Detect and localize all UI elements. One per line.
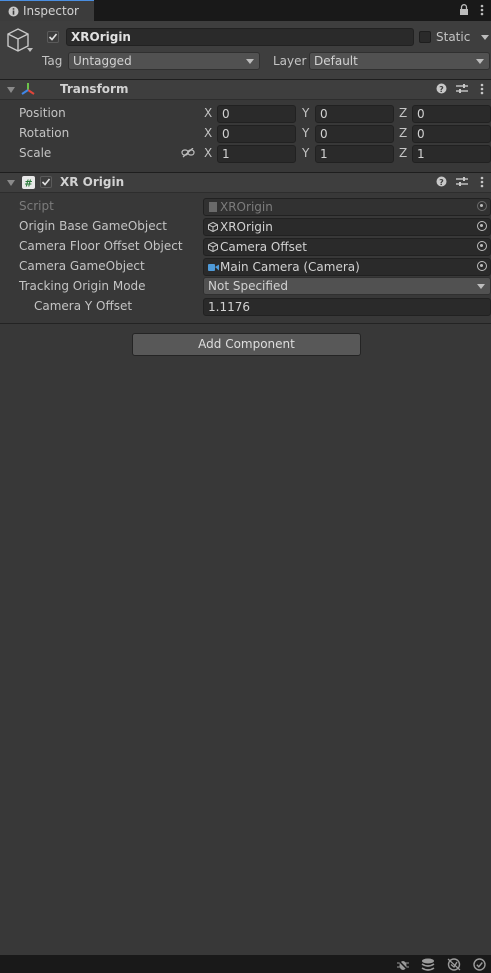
camera-floor-offset-label: Camera Floor Offset Object (19, 239, 183, 253)
active-checkbox[interactable] (47, 31, 59, 43)
object-picker-icon[interactable] (477, 261, 487, 271)
tag-label: Tag (42, 54, 63, 68)
camera-floor-offset-field[interactable]: Camera Offset (203, 238, 491, 256)
rotation-x-input[interactable]: 0 (217, 125, 296, 143)
position-z-input[interactable]: 0 (412, 105, 491, 123)
help-icon[interactable]: ? (436, 83, 447, 94)
camera-icon (208, 264, 219, 271)
transform-foldout[interactable] (7, 87, 15, 93)
more-options-icon[interactable] (480, 4, 484, 16)
script-file-icon (209, 202, 217, 212)
presets-icon[interactable] (456, 83, 468, 94)
axis-x-label[interactable]: X (204, 126, 212, 140)
transform-header[interactable]: Transform ? (0, 79, 491, 100)
gameobject-header: XROrigin Static Tag Untagged Layer Defau… (0, 21, 491, 79)
axis-z-label[interactable]: Z (399, 126, 407, 140)
checkmark-icon (48, 33, 58, 41)
transform-axes-icon (21, 83, 35, 95)
rotation-label: Rotation (19, 126, 70, 140)
bottom-status-bar (0, 955, 491, 973)
icon-dropdown-arrow[interactable] (27, 48, 33, 52)
static-dropdown-arrow[interactable] (481, 35, 489, 40)
svg-text:?: ? (439, 85, 444, 94)
transform-body: Position X 0 Y 0 Z 0 Rotation X 0 Y 0 Z … (0, 100, 491, 172)
xr-origin-body: Script XROrigin Origin Base GameObject X… (0, 193, 491, 323)
object-picker-icon[interactable] (477, 241, 487, 251)
axis-x-label[interactable]: X (204, 106, 212, 120)
info-icon (8, 6, 19, 17)
script-field: XROrigin (203, 198, 491, 216)
presets-icon[interactable] (456, 176, 468, 187)
xr-origin-foldout[interactable] (7, 180, 15, 186)
scale-y-input[interactable]: 1 (315, 145, 394, 163)
camera-y-offset-input[interactable]: 1.1176 (203, 298, 491, 316)
origin-base-field[interactable]: XROrigin (203, 218, 491, 236)
scale-label: Scale (19, 146, 52, 160)
checkmark-icon (41, 178, 51, 186)
camera-gameobject-field[interactable]: Main Camera (Camera) (203, 258, 491, 276)
camera-y-offset-label: Camera Y Offset (34, 299, 133, 313)
debug-bug-icon[interactable] (396, 958, 410, 971)
gameobject-icon (208, 242, 218, 252)
divider (0, 323, 491, 324)
axis-x-label[interactable]: X (204, 146, 212, 160)
cache-server-icon[interactable] (447, 958, 461, 971)
svg-text:?: ? (439, 178, 444, 187)
xr-origin-title: XR Origin (60, 175, 125, 189)
constrain-proportions-icon[interactable] (181, 148, 195, 158)
transform-title: Transform (60, 82, 129, 96)
script-hash-icon: # (22, 176, 35, 189)
gameobject-icon (208, 222, 218, 232)
tab-title: Inspector (23, 4, 79, 18)
scale-x-input[interactable]: 1 (217, 145, 296, 163)
scale-z-input[interactable]: 1 (412, 145, 491, 163)
axis-y-label[interactable]: Y (302, 106, 309, 120)
add-component-button[interactable]: Add Component (132, 333, 361, 356)
component-menu-icon[interactable] (480, 83, 484, 95)
layer-label: Layer (273, 54, 307, 68)
xr-origin-header[interactable]: # XR Origin ? (0, 172, 491, 193)
rotation-z-input[interactable]: 0 (412, 125, 491, 143)
tracking-origin-mode-label: Tracking Origin Mode (19, 279, 146, 293)
axis-z-label[interactable]: Z (399, 106, 407, 120)
layers-stack-icon[interactable] (421, 958, 435, 971)
static-checkbox[interactable] (419, 31, 431, 43)
tab-inspector[interactable]: Inspector (0, 0, 94, 21)
origin-base-label: Origin Base GameObject (19, 219, 167, 233)
help-icon[interactable]: ? (436, 176, 447, 187)
gameobject-name-input[interactable]: XROrigin (66, 28, 414, 46)
axis-y-label[interactable]: Y (302, 146, 309, 160)
object-picker-icon (477, 201, 487, 211)
rotation-y-input[interactable]: 0 (315, 125, 394, 143)
position-x-input[interactable]: 0 (217, 105, 296, 123)
component-menu-icon[interactable] (480, 176, 484, 188)
camera-gameobject-label: Camera GameObject (19, 259, 145, 273)
svg-text:#: # (24, 179, 32, 190)
check-status-icon[interactable] (473, 958, 486, 971)
position-label: Position (19, 106, 66, 120)
lock-icon[interactable] (459, 4, 469, 16)
static-label: Static (436, 30, 471, 44)
tab-strip: Inspector (0, 0, 491, 21)
layer-dropdown[interactable]: Default (309, 52, 490, 70)
axis-y-label[interactable]: Y (302, 126, 309, 140)
script-label: Script (19, 199, 54, 213)
axis-z-label[interactable]: Z (399, 146, 407, 160)
tracking-origin-mode-dropdown[interactable]: Not Specified (203, 277, 491, 295)
xr-origin-enabled-checkbox[interactable] (40, 176, 52, 188)
object-picker-icon[interactable] (477, 221, 487, 231)
tag-dropdown[interactable]: Untagged (68, 52, 260, 70)
position-y-input[interactable]: 0 (315, 105, 394, 123)
